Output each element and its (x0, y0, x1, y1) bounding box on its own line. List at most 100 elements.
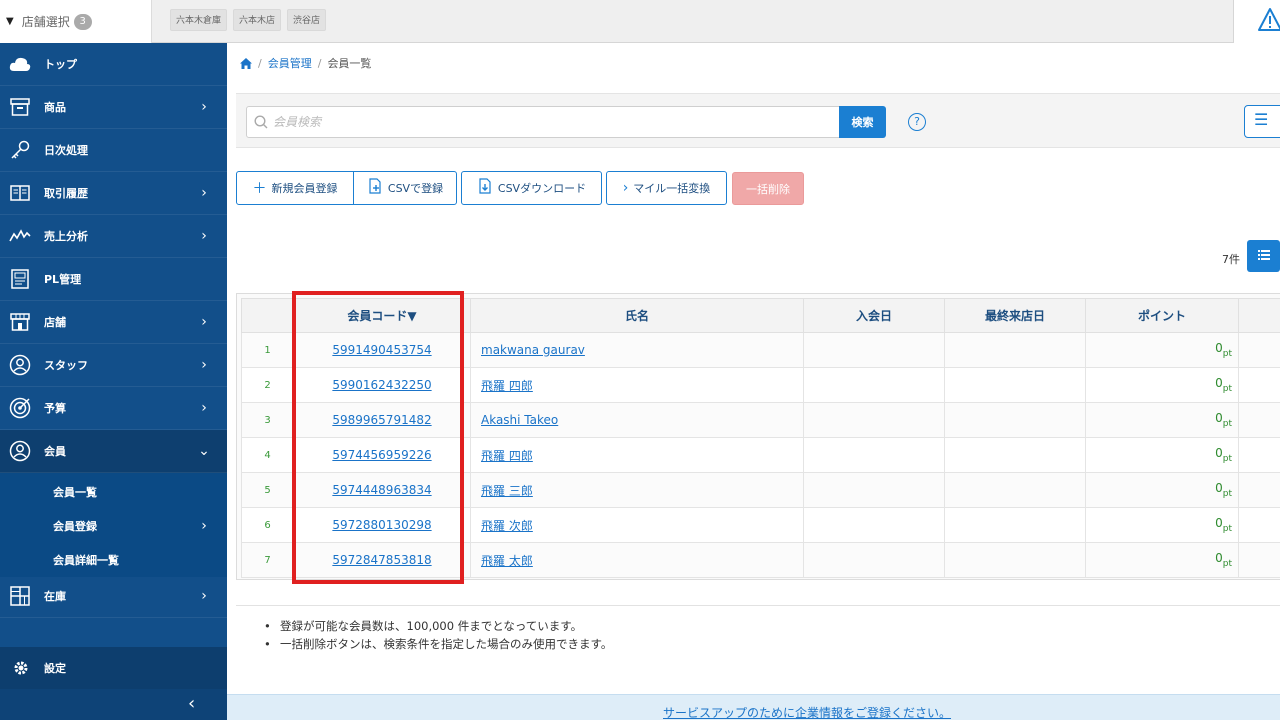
sidebar-item-products[interactable]: 商品 › (0, 86, 227, 129)
column-header-points[interactable]: ポイント (1085, 298, 1239, 333)
member-name-cell: 飛羅 太郎 (470, 542, 804, 578)
last-visit-cell (944, 542, 1086, 578)
sidebar-item-transactions[interactable]: 取引履歴 › (0, 172, 227, 215)
sidebar-item-daily[interactable]: 日次処理 (0, 129, 227, 172)
member-code-link[interactable]: 5974456959226 (332, 448, 431, 462)
column-header-member-code[interactable]: 会員コード▼ (293, 298, 471, 333)
member-code-cell: 5989965791482 (293, 402, 471, 438)
submenu-item-member-details[interactable]: 会員詳細一覧 (0, 543, 227, 577)
points-cell: 0pt (1085, 507, 1239, 543)
search-button[interactable]: 検索 (839, 106, 886, 138)
plus-icon: ＋ (252, 181, 267, 197)
points-value: 0 (1215, 341, 1223, 355)
last-visit-cell (944, 367, 1086, 403)
member-name-cell: 飛羅 四郎 (470, 437, 804, 473)
points-value: 0 (1215, 551, 1223, 565)
sidebar-collapse-button[interactable]: ‹ (0, 689, 227, 720)
submenu-label: 会員一覧 (53, 486, 97, 499)
chevron-right-icon: › (201, 99, 207, 115)
search-icon (254, 115, 268, 129)
member-name-link[interactable]: 飛羅 四郎 (481, 379, 533, 393)
submenu-item-member-register[interactable]: 会員登録 › (0, 509, 227, 543)
table-row: 5 5974448963834 飛羅 三郎 0pt (241, 472, 1280, 508)
member-name-cell: makwana gaurav (470, 332, 804, 368)
new-member-button[interactable]: ＋ 新規会員登録 (236, 171, 354, 205)
sidebar-item-top[interactable]: トップ (0, 43, 227, 86)
member-code-link[interactable]: 5989965791482 (332, 413, 431, 427)
grid-icon (9, 585, 31, 607)
sidebar-item-inventory[interactable]: 在庫 › (0, 575, 227, 618)
company-info-link[interactable]: サービスアップのために企業情報をご登録ください。 (663, 704, 951, 720)
mile-convert-label: マイル一括変換 (633, 182, 711, 195)
row-index: 4 (241, 437, 294, 473)
list-view-toggle[interactable] (1247, 240, 1280, 272)
help-icon[interactable]: ? (908, 113, 926, 131)
member-code-link[interactable]: 5974448963834 (332, 483, 431, 497)
chevron-right-icon: › (201, 357, 207, 373)
table-row: 6 5972880130298 飛羅 次郎 0pt (241, 507, 1280, 543)
csv-register-button[interactable]: CSVで登録 (353, 171, 457, 205)
member-code-link[interactable]: 5990162432250 (332, 378, 431, 392)
table-row: 7 5972847853818 飛羅 太郎 0pt (241, 542, 1280, 578)
member-name-cell: 飛羅 四郎 (470, 367, 804, 403)
sidebar-item-label: スタッフ (44, 359, 88, 372)
member-search-input[interactable] (246, 106, 840, 138)
member-code-link[interactable]: 5991490453754 (332, 343, 431, 357)
store-select-dropdown[interactable]: ▼ 店舗選択 3 (0, 0, 152, 43)
extra-cell (1238, 472, 1280, 508)
box-icon (9, 96, 31, 118)
member-name-link[interactable]: 飛羅 次郎 (481, 519, 533, 533)
bulk-delete-button[interactable]: 一括削除 (732, 172, 804, 205)
member-code-cell: 5974456959226 (293, 437, 471, 473)
chevron-right-icon: › (201, 400, 207, 416)
member-icon (9, 440, 31, 462)
join-date-cell (803, 332, 945, 368)
footer-banner: サービスアップのために企業情報をご登録ください。 (227, 694, 1280, 720)
sidebar-item-staff[interactable]: スタッフ › (0, 344, 227, 387)
target-icon (9, 397, 31, 419)
mile-convert-button[interactable]: › マイル一括変換 (606, 171, 727, 205)
top-bar: ▼ 店舗選択 3 六本木倉庫 六本木店 渋谷店 (0, 0, 1280, 43)
column-header-join-date[interactable]: 入会日 (803, 298, 945, 333)
column-header-name[interactable]: 氏名 (470, 298, 804, 333)
sidebar-item-settings[interactable]: 設定 (0, 647, 227, 689)
member-name-link[interactable]: 飛羅 太郎 (481, 554, 533, 568)
store-tag[interactable]: 六本木店 (233, 9, 282, 31)
store-icon (9, 311, 31, 333)
points-cell: 0pt (1085, 437, 1239, 473)
member-code-link[interactable]: 5972880130298 (332, 518, 431, 532)
chevron-right-icon: › (622, 180, 629, 196)
sidebar-item-budget[interactable]: 予算 › (0, 387, 227, 430)
sidebar-item-members[interactable]: 会員 ⌄ (0, 430, 227, 473)
csv-download-button[interactable]: CSVダウンロード (461, 171, 602, 205)
new-member-label: 新規会員登録 (271, 182, 338, 195)
points-unit: pt (1222, 489, 1232, 499)
sidebar-item-stores[interactable]: 店舗 › (0, 301, 227, 344)
points-cell: 0pt (1085, 472, 1239, 508)
points-unit: pt (1222, 524, 1232, 534)
sidebar-item-pl[interactable]: PL管理 (0, 258, 227, 301)
alert-button[interactable] (1233, 0, 1280, 43)
cloud-icon (9, 53, 31, 75)
sidebar-item-label: 商品 (44, 101, 66, 114)
home-icon[interactable] (240, 57, 252, 69)
book-icon (9, 182, 31, 204)
store-tag[interactable]: 渋谷店 (287, 9, 327, 31)
member-name-link[interactable]: makwana gaurav (481, 343, 585, 357)
column-header-last-visit[interactable]: 最終来店日 (944, 298, 1086, 333)
member-name-link[interactable]: 飛羅 四郎 (481, 449, 533, 463)
sidebar-item-sales-analysis[interactable]: 売上分析 › (0, 215, 227, 258)
member-name-cell: 飛羅 三郎 (470, 472, 804, 508)
submenu-item-member-list[interactable]: 会員一覧 (0, 475, 227, 509)
breadcrumb-member-management[interactable]: 会員管理 (268, 55, 312, 71)
store-tag[interactable]: 六本木倉庫 (170, 9, 228, 31)
member-name-link[interactable]: 飛羅 三郎 (481, 484, 533, 498)
caret-down-icon: ▼ (6, 16, 14, 27)
points-unit: pt (1222, 384, 1232, 394)
member-code-link[interactable]: 5972847853818 (332, 553, 431, 567)
store-select-label: 店舗選択 (21, 15, 70, 29)
submenu-label: 会員詳細一覧 (53, 554, 119, 567)
breadcrumb-separator: / (258, 56, 262, 70)
member-name-link[interactable]: Akashi Takeo (481, 413, 558, 427)
list-menu-button[interactable]: ☰ (1244, 105, 1280, 138)
